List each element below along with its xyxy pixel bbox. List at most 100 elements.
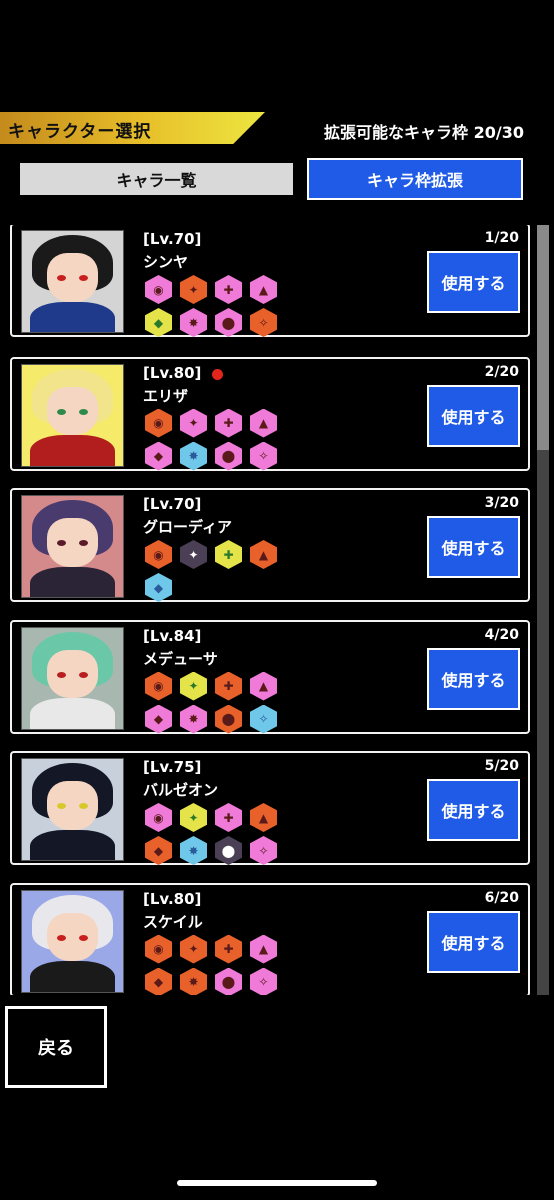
portrait-face (47, 781, 98, 830)
slot-number: 6/20 (484, 889, 519, 906)
use-button[interactable]: 使用する (427, 251, 520, 313)
skill-icon: ✧ (250, 308, 277, 337)
slot-number: 2/20 (484, 363, 519, 380)
skill-icon: ▲ (250, 408, 277, 438)
skill-icon: ✧ (250, 967, 277, 995)
skill-icon: ▲ (250, 275, 277, 304)
portrait-eye (78, 934, 88, 941)
character-portrait (21, 889, 124, 993)
tab-slot-expand[interactable]: キャラ枠拡張 (307, 158, 523, 200)
scrollbar-thumb[interactable] (537, 225, 549, 450)
use-button[interactable]: 使用する (427, 910, 520, 973)
page-title: キャラクター選択 (8, 122, 152, 142)
character-card[interactable]: [Lv.80] エリザ 2/20 ◉ ✦ ✚ ▲ ◆ ✸ ⬤ ✧ 使用する (10, 356, 530, 471)
skill-icon: ▲ (250, 803, 277, 832)
character-level: [Lv.80] (143, 889, 202, 908)
skill-icon: ✚ (215, 671, 242, 701)
skill-icon: ▲ (250, 934, 277, 964)
new-badge (212, 368, 223, 380)
skill-icon: ✚ (215, 803, 242, 832)
skill-icon: ▲ (250, 540, 277, 569)
portrait-body (30, 435, 115, 466)
skill-icon: ◆ (145, 967, 172, 995)
character-portrait (21, 495, 124, 598)
character-card[interactable]: [Lv.75] バルゼオン 5/20 ◉ ✦ ✚ ▲ ◆ ✸ ⬤ ✧ 使用する (10, 751, 530, 865)
capacity-counter: 拡張可能なキャラ枠 20/30 (324, 123, 524, 142)
skill-icon: ◆ (145, 441, 172, 471)
character-name: エリザ (143, 386, 189, 405)
character-level: [Lv.70] (143, 495, 202, 513)
skill-icon: ✸ (180, 836, 207, 865)
character-portrait (21, 363, 124, 467)
use-button[interactable]: 使用する (427, 516, 520, 578)
portrait-face (47, 253, 98, 302)
skill-icon: ⬤ (215, 836, 242, 865)
skill-icon: ✦ (180, 803, 207, 832)
skill-icon: ⬤ (215, 308, 242, 337)
skill-icon: ✚ (215, 408, 242, 438)
back-button[interactable]: 戻る (5, 1006, 107, 1088)
skill-icon: ◉ (145, 671, 172, 701)
slot-number: 1/20 (484, 230, 519, 246)
portrait-eye (78, 408, 88, 415)
portrait-body (30, 301, 115, 332)
skill-icon: ⬤ (215, 967, 242, 995)
portrait-body (30, 961, 115, 992)
skill-icon: ◉ (145, 934, 172, 964)
use-button[interactable]: 使用する (427, 779, 520, 841)
slot-number: 4/20 (484, 626, 519, 643)
character-level: [Lv.84] (143, 626, 202, 645)
skill-icon: ✸ (180, 704, 207, 734)
character-portrait (21, 758, 124, 861)
character-portrait (21, 626, 124, 730)
character-portrait (21, 230, 124, 333)
portrait-eye (78, 671, 88, 678)
portrait-body (30, 566, 115, 597)
use-button[interactable]: 使用する (427, 384, 520, 447)
tab-character-list[interactable]: キャラ一覧 (20, 163, 293, 195)
character-card[interactable]: [Lv.80] スケイル 6/20 ◉ ✦ ✚ ▲ ◆ ✸ ⬤ ✧ 使用する (10, 882, 530, 995)
skill-icon: ✧ (250, 441, 277, 471)
skill-icon: ✦ (180, 540, 207, 569)
skill-icon: ✦ (180, 934, 207, 964)
portrait-body (30, 698, 115, 729)
skill-icon: ◆ (145, 308, 172, 337)
slot-number: 5/20 (484, 758, 519, 774)
skill-icon: ✚ (215, 540, 242, 569)
portrait-face (47, 912, 98, 962)
portrait-face (47, 649, 98, 699)
character-name: シンヤ (143, 253, 189, 271)
skill-icon: ◆ (145, 704, 172, 734)
skill-icon: ✸ (180, 967, 207, 995)
skill-icon: ✸ (180, 441, 207, 471)
portrait-body (30, 829, 115, 860)
scrollbar[interactable] (537, 225, 549, 995)
skill-icon: ✚ (215, 934, 242, 964)
character-name: バルゼオン (143, 781, 219, 799)
character-name: グローディア (143, 518, 232, 536)
character-card[interactable]: [Lv.70] グローディア 3/20 ◉ ✦ ✚ ▲ ◆ 使用する (10, 488, 530, 602)
skill-icon: ✚ (215, 275, 242, 304)
skill-icon: ✸ (180, 308, 207, 337)
skill-icon: ◆ (145, 836, 172, 865)
character-name: メデューサ (143, 649, 218, 668)
character-list[interactable]: [Lv.70] シンヤ 1/20 ◉ ✦ ✚ ▲ ◆ ✸ ⬤ ✧ 使用する [Lv.80] エ… (10, 225, 530, 995)
use-button[interactable]: 使用する (427, 647, 520, 710)
skill-icon: ◆ (145, 573, 172, 602)
skill-icon: ✦ (180, 408, 207, 438)
character-card[interactable]: [Lv.84] メデューサ 4/20 ◉ ✦ ✚ ▲ ◆ ✸ ⬤ ✧ 使用する (10, 619, 530, 734)
character-name: スケイル (143, 912, 203, 931)
character-level: [Lv.70] (143, 230, 202, 248)
header: キャラクター選択 拡張可能なキャラ枠 20/30 (0, 112, 554, 144)
character-card[interactable]: [Lv.70] シンヤ 1/20 ◉ ✦ ✚ ▲ ◆ ✸ ⬤ ✧ 使用する (10, 225, 530, 337)
skill-icon: ⬤ (215, 704, 242, 734)
skill-icon: ◉ (145, 540, 172, 569)
skill-icon: ✦ (180, 275, 207, 304)
slot-number: 3/20 (484, 495, 519, 511)
skill-icon: ✧ (250, 836, 277, 865)
portrait-face (47, 386, 98, 436)
home-indicator[interactable] (177, 1180, 377, 1186)
skill-icon: ◉ (145, 408, 172, 438)
skill-icon: ▲ (250, 671, 277, 701)
skill-icon: ⬤ (215, 441, 242, 471)
